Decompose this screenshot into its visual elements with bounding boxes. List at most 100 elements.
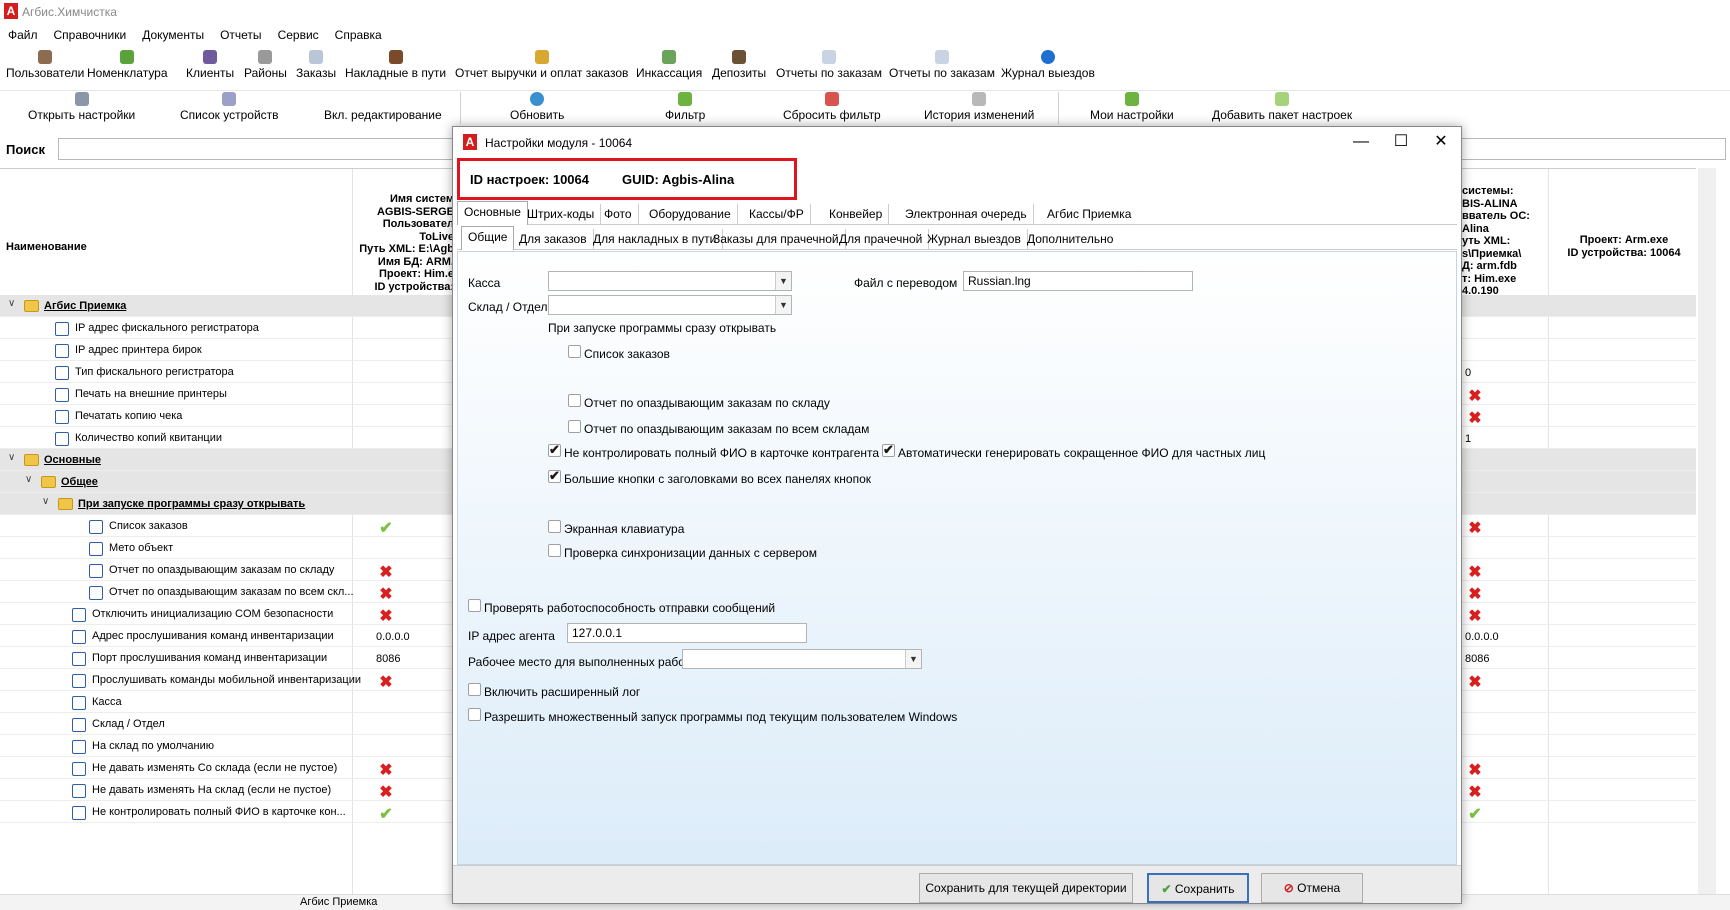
- late-all-checkbox[interactable]: [568, 420, 581, 433]
- agent-ip-input[interactable]: 127.0.0.1: [567, 623, 807, 643]
- sync-check-checkbox[interactable]: [548, 544, 561, 557]
- sklad-select[interactable]: ▼: [548, 295, 792, 315]
- menu-documents[interactable]: Документы: [134, 26, 212, 42]
- clients-button[interactable]: Клиенты: [186, 50, 234, 80]
- grid-scrollbar[interactable]: [1698, 168, 1716, 894]
- row-label: Порт прослушивания команд инвентаризации: [92, 652, 328, 664]
- device-1-header-line: AGBIS-SERGE: [376, 205, 454, 218]
- workplace-select[interactable]: ▼: [682, 649, 922, 669]
- setting-icon: [55, 366, 69, 380]
- check-icon: ✔: [379, 806, 393, 823]
- tab-agbis-reception[interactable]: Агбис Приемка: [1041, 204, 1137, 224]
- late-store-checkbox[interactable]: [568, 394, 581, 407]
- chevron-down-icon[interactable]: ▼: [905, 650, 921, 668]
- device-2-header-line: Alina: [1462, 222, 1489, 235]
- order-reports-button-2[interactable]: Отчеты по заказам: [889, 50, 995, 80]
- users-button[interactable]: Пользователи: [6, 50, 84, 80]
- deposits-button[interactable]: Депозиты: [712, 50, 766, 80]
- setting-icon: [89, 542, 103, 556]
- open-settings-button[interactable]: Открыть настройки: [28, 92, 135, 122]
- subtab-laundry-orders[interactable]: Заказы для прачечной: [707, 229, 846, 249]
- general-panel: Касса ▼ Склад / Отдел ▼ Файл с переводом…: [457, 251, 1457, 865]
- settings-id-box: ID настроек: 10064 GUID: Agbis-Alina: [457, 158, 797, 200]
- orders-button[interactable]: Заказы: [296, 50, 336, 80]
- tab-equipment[interactable]: Оборудование: [643, 204, 738, 224]
- setting-icon: [72, 806, 86, 820]
- row-label: Список заказов: [109, 520, 188, 532]
- device-1-header-line: ToLive: [419, 230, 454, 243]
- dialog-logo-icon: A: [463, 134, 477, 150]
- refresh-button[interactable]: Обновить: [510, 92, 564, 122]
- chevron-down-icon[interactable]: ∨: [25, 474, 32, 485]
- chevron-down-icon[interactable]: ∨: [42, 496, 49, 507]
- menu-help[interactable]: Справка: [327, 26, 390, 42]
- chevron-down-icon[interactable]: ▼: [775, 296, 791, 314]
- messages-check-checkbox[interactable]: [468, 599, 481, 612]
- row-label: Печать на внешние принтеры: [75, 388, 227, 400]
- subtab-orders[interactable]: Для заказов: [513, 229, 594, 249]
- messages-check-label: Проверять работоспособность отправки соо…: [484, 601, 776, 615]
- history-button[interactable]: История изменений: [924, 92, 1034, 122]
- tab-photo[interactable]: Фото: [598, 204, 639, 224]
- nomenclature-button[interactable]: Номенклатура: [87, 50, 168, 80]
- kassa-select[interactable]: ▼: [548, 271, 792, 291]
- waybills-icon: [388, 50, 403, 64]
- tab-conveyor[interactable]: Конвейер: [823, 204, 890, 224]
- cell-value: 8086: [376, 653, 401, 665]
- menu-reports[interactable]: Отчеты: [212, 26, 269, 42]
- tab-queue[interactable]: Электронная очередь: [899, 204, 1034, 224]
- chevron-down-icon[interactable]: ∨: [8, 298, 15, 309]
- subtab-general[interactable]: Общие: [461, 226, 515, 250]
- waybills-button[interactable]: Накладные в пути: [345, 50, 446, 80]
- setting-icon: [55, 432, 69, 446]
- menu-references[interactable]: Справочники: [46, 26, 135, 42]
- menu-service[interactable]: Сервис: [270, 26, 327, 42]
- encashment-button[interactable]: Инкассация: [636, 50, 702, 80]
- tab-barcodes[interactable]: Штрих-коды: [521, 204, 602, 224]
- list-icon: [222, 92, 237, 106]
- subtab-waybills[interactable]: Для накладных в пути: [587, 229, 724, 249]
- screen-keyboard-checkbox[interactable]: [548, 520, 561, 533]
- filter-icon: [678, 92, 693, 106]
- chevron-down-icon[interactable]: ∨: [8, 452, 15, 463]
- filter-button[interactable]: Фильтр: [665, 92, 705, 122]
- chevron-down-icon[interactable]: ▼: [775, 272, 791, 290]
- trips-journal-button[interactable]: Журнал выездов: [1001, 50, 1095, 80]
- big-buttons-label: Большие кнопки с заголовками во всех пан…: [564, 472, 872, 486]
- setting-icon: [55, 322, 69, 336]
- districts-button[interactable]: Районы: [244, 50, 287, 80]
- extended-log-checkbox[interactable]: [468, 683, 481, 696]
- districts-icon: [258, 50, 273, 64]
- setting-icon: [72, 608, 86, 622]
- subtab-trips[interactable]: Журнал выездов: [921, 229, 1028, 249]
- cross-icon: ✖: [1468, 674, 1482, 691]
- minimize-icon[interactable]: —: [1341, 131, 1381, 153]
- auto-fio-checkbox[interactable]: [882, 442, 895, 458]
- multi-run-checkbox[interactable]: [468, 708, 481, 721]
- maximize-icon[interactable]: ☐: [1381, 131, 1421, 153]
- big-buttons-checkbox[interactable]: [548, 468, 561, 484]
- save-button[interactable]: ✔ Сохранить: [1147, 873, 1249, 903]
- subtab-laundry[interactable]: Для прачечной: [833, 229, 930, 249]
- enable-edit-button[interactable]: Вкл. редактирование: [324, 92, 442, 122]
- save-for-directory-button[interactable]: Сохранить для текущей директории: [919, 873, 1133, 903]
- my-settings-button[interactable]: Мои настройки: [1090, 92, 1174, 122]
- translation-input[interactable]: Russian.lng: [963, 271, 1193, 291]
- tab-cashboxes[interactable]: Кассы/ФР: [743, 204, 811, 224]
- reset-filter-button[interactable]: Сбросить фильтр: [783, 92, 881, 122]
- close-icon[interactable]: ✕: [1421, 131, 1461, 153]
- device-3-header-line: ID устройства: 10064: [1567, 246, 1681, 259]
- fio-control-checkbox[interactable]: [548, 442, 561, 458]
- setting-icon: [72, 784, 86, 798]
- tab-main[interactable]: Основные: [457, 201, 528, 225]
- subtab-additional[interactable]: Дополнительно: [1021, 229, 1119, 249]
- add-settings-pack-button[interactable]: Добавить пакет настроек: [1212, 92, 1352, 122]
- revenue-report-button[interactable]: Отчет выручки и оплат заказов: [455, 50, 628, 80]
- menu-file[interactable]: Файл: [0, 26, 46, 42]
- device-list-button[interactable]: Список устройств: [180, 92, 279, 122]
- sub-tabs: Общие Для заказов Для накладных в пути З…: [457, 226, 1457, 250]
- orders-list-checkbox[interactable]: [568, 345, 581, 358]
- order-reports-button-1[interactable]: Отчеты по заказам: [776, 50, 882, 80]
- row-label: Общее: [61, 476, 98, 488]
- cancel-button[interactable]: ⊘ Отмена: [1261, 873, 1363, 903]
